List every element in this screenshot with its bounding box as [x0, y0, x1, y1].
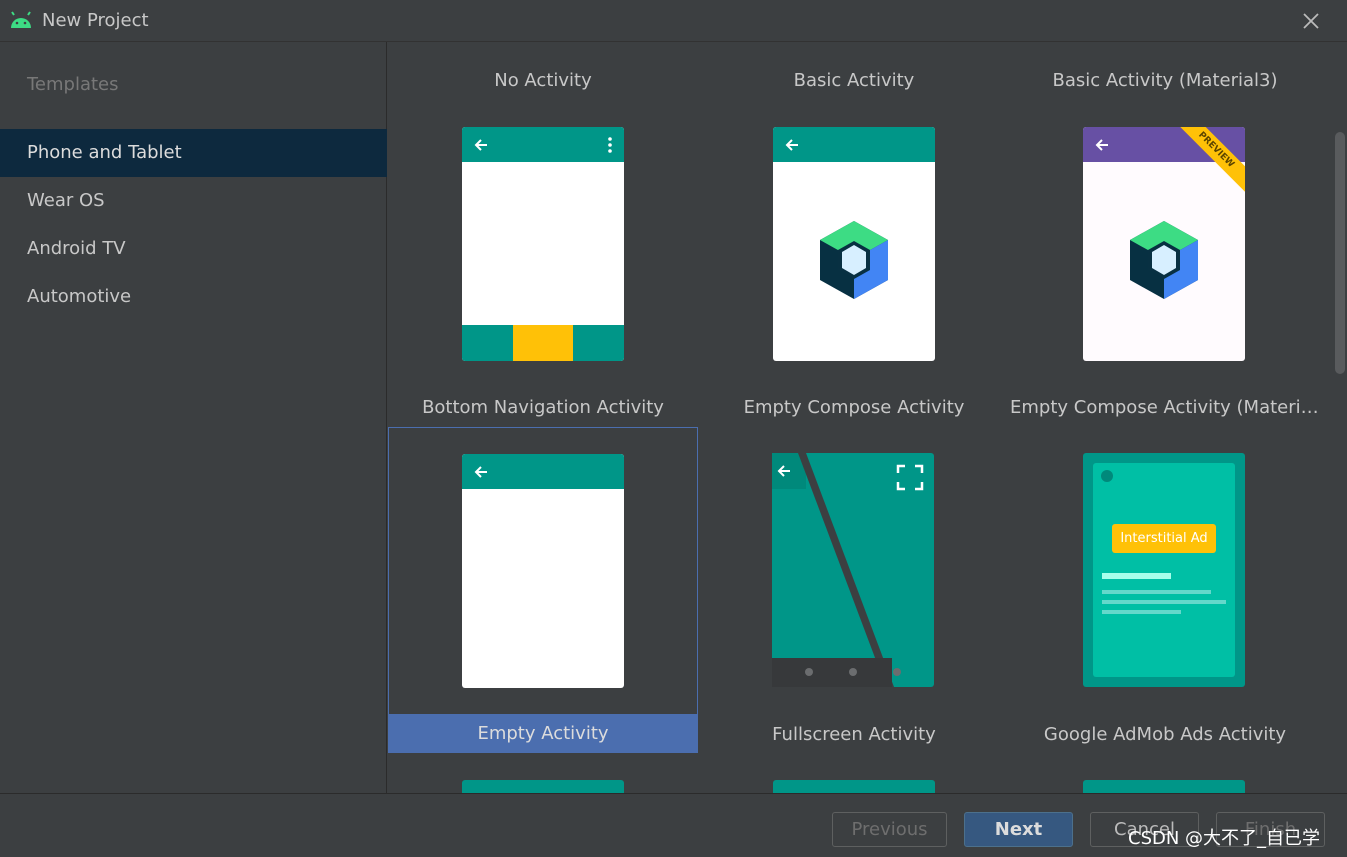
back-arrow-icon	[1095, 139, 1108, 151]
template-label-basic-activity-material3: Basic Activity (Material3)	[1052, 70, 1278, 91]
interstitial-panel: Interstitial Ad	[1093, 463, 1235, 677]
template-label-empty-compose: Empty Compose Activity	[743, 397, 965, 418]
template-preview	[462, 454, 624, 688]
close-icon[interactable]	[1298, 8, 1324, 34]
back-arrow-icon	[474, 139, 487, 151]
sidebar-item-wear-os[interactable]: Wear OS	[0, 177, 387, 225]
previous-button[interactable]: Previous	[832, 812, 947, 847]
template-card-empty-activity[interactable]: Empty Activity	[388, 427, 698, 753]
template-label-empty-activity: Empty Activity	[388, 714, 698, 753]
gallery-scrollbar[interactable]	[1335, 132, 1345, 374]
template-card-next-row[interactable]	[462, 780, 624, 793]
placeholder-line	[1102, 600, 1226, 604]
template-label-basic-activity: Basic Activity	[793, 70, 915, 91]
sidebar-item-automotive[interactable]: Automotive	[0, 273, 387, 321]
template-preview	[462, 127, 624, 361]
template-card-admob[interactable]: Interstitial Ad	[1010, 427, 1320, 753]
jetpack-compose-logo-icon	[1130, 221, 1198, 299]
template-label-bottom-navigation: Bottom Navigation Activity	[422, 397, 664, 418]
template-card-bottom-navigation[interactable]	[388, 115, 698, 441]
template-card-empty-compose-material3[interactable]: PREVIEW	[1010, 115, 1320, 441]
interstitial-ad-badge: Interstitial Ad	[1112, 524, 1216, 553]
template-preview: PREVIEW	[1083, 127, 1245, 361]
template-card-fullscreen[interactable]	[699, 427, 1009, 753]
template-label-fullscreen: Fullscreen Activity	[772, 724, 936, 745]
templates-sidebar: Templates Phone and Tablet Wear OS Andro…	[0, 42, 387, 793]
close-dot-icon	[1101, 470, 1113, 482]
sidebar-header: Templates	[27, 74, 119, 95]
sidebar-item-android-tv[interactable]: Android TV	[0, 225, 387, 273]
next-button[interactable]: Next	[964, 812, 1073, 847]
placeholder-line	[1102, 573, 1171, 579]
new-project-window: New Project Templates Phone and Tablet W…	[0, 0, 1347, 857]
placeholder-line	[1102, 590, 1211, 594]
bottom-nav-selected-item	[513, 325, 573, 361]
template-card-next-row[interactable]	[773, 780, 935, 793]
template-card-next-row[interactable]	[1083, 780, 1245, 793]
title-bar: New Project	[0, 0, 1347, 42]
placeholder-line	[1102, 610, 1181, 614]
template-card-empty-compose[interactable]	[699, 115, 1009, 441]
back-arrow-icon	[474, 466, 487, 478]
bottom-navigation-bar	[462, 325, 624, 361]
watermark: CSDN @大不了_自已学	[1128, 828, 1321, 849]
template-label-empty-compose-material3: Empty Compose Activity (Material...	[1010, 397, 1326, 418]
template-label-no-activity: No Activity	[494, 70, 592, 91]
fullscreen-preview	[772, 453, 934, 687]
template-label-admob: Google AdMob Ads Activity	[1043, 724, 1287, 745]
app-bar	[462, 127, 624, 162]
app-bar	[773, 127, 935, 162]
template-gallery: No Activity Basic Activity Basic Activit…	[388, 42, 1347, 793]
window-title: New Project	[42, 10, 149, 31]
sidebar-item-phone-and-tablet[interactable]: Phone and Tablet	[0, 129, 387, 177]
template-preview: Interstitial Ad	[1083, 453, 1245, 687]
jetpack-compose-logo-icon	[820, 221, 888, 299]
template-preview	[773, 127, 935, 361]
overflow-menu-icon	[608, 137, 612, 153]
back-arrow-icon	[785, 139, 798, 151]
app-bar	[462, 454, 624, 489]
android-icon	[11, 11, 31, 28]
